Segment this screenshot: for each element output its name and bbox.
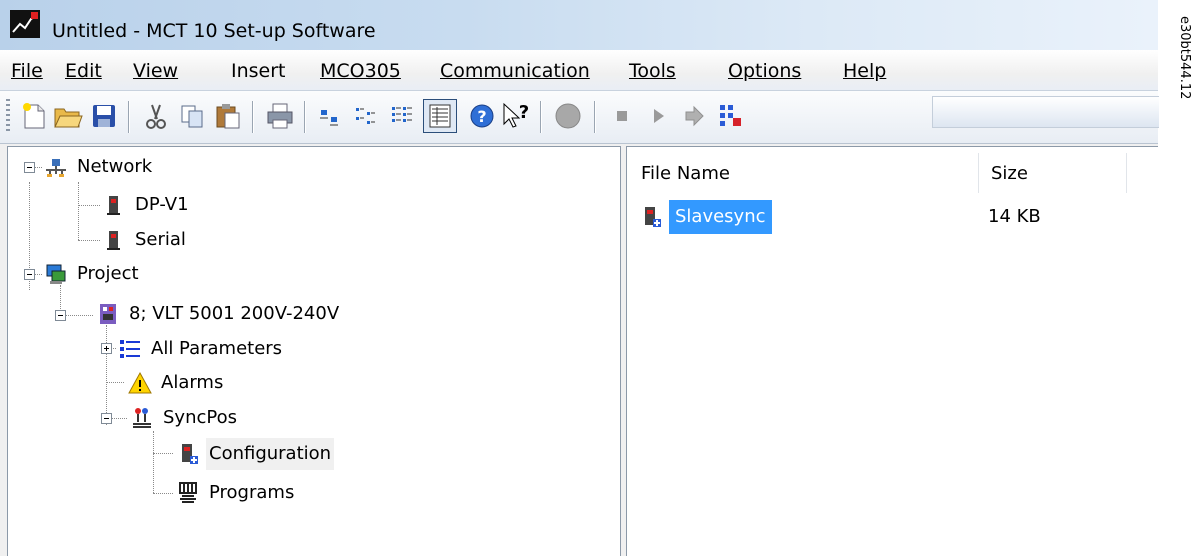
app-window: Untitled - MCT 10 Set-up Software File E… — [0, 0, 1159, 556]
new-icon[interactable] — [18, 100, 50, 132]
project-icon — [44, 262, 68, 286]
warning-icon — [128, 371, 152, 395]
file-list[interactable]: File Name Size Slavesync 14 KB — [626, 146, 1158, 556]
menu-bar: File Edit View Insert MCO305 Communicati… — [0, 50, 1158, 91]
menu-view[interactable]: View — [133, 60, 178, 82]
title-bar[interactable]: Untitled - MCT 10 Set-up Software — [0, 0, 1158, 50]
toolbar-separator — [540, 101, 541, 133]
column-header-size[interactable]: Size — [991, 153, 1028, 195]
mct10-app-icon[interactable] — [10, 10, 40, 38]
toolbar-separator — [304, 101, 305, 133]
tree-connector — [78, 205, 100, 206]
menu-options-label: Options — [728, 60, 802, 82]
network-scan-icon[interactable] — [714, 100, 746, 132]
list-view-icon[interactable] — [386, 100, 418, 132]
file-row[interactable]: Slavesync 14 KB — [633, 200, 1153, 234]
paste-icon[interactable] — [212, 100, 244, 132]
copy-icon[interactable] — [176, 100, 208, 132]
step-icon[interactable] — [678, 100, 710, 132]
menu-view-label: View — [133, 60, 179, 82]
column-divider[interactable] — [978, 153, 979, 193]
details-view-icon[interactable] — [423, 99, 457, 133]
drive-icon — [102, 193, 126, 217]
tree-connector — [153, 431, 154, 493]
menu-edit[interactable]: Edit — [65, 60, 102, 82]
tree-node-label: Configuration — [206, 438, 335, 470]
syncpos-icon — [130, 406, 154, 430]
list-icon — [118, 337, 142, 361]
menu-mco305[interactable]: MCO305 — [320, 60, 401, 82]
column-header-file-name[interactable]: File Name — [641, 153, 730, 195]
column-divider[interactable] — [1126, 153, 1127, 193]
menu-file-label: File — [11, 60, 43, 82]
menu-file[interactable]: File — [11, 60, 43, 82]
stop-icon[interactable] — [606, 100, 638, 132]
drive-icon — [102, 228, 126, 252]
svg-text:?: ? — [477, 107, 486, 126]
tree-connector — [111, 418, 127, 419]
tree-connector — [78, 240, 100, 241]
menu-options[interactable]: Options — [728, 60, 801, 82]
menu-tools-label: Tools — [629, 60, 676, 82]
project-tree[interactable]: Network DP-V1 Serial Project 8; VLT 5001… — [7, 146, 621, 556]
cut-icon[interactable] — [140, 100, 172, 132]
tree-connector — [65, 315, 93, 316]
tree-node-label: Network — [77, 156, 153, 177]
tree-node-label: All Parameters — [151, 338, 283, 359]
menu-tools[interactable]: Tools — [629, 60, 676, 82]
configuration-file-icon — [639, 205, 663, 229]
collapse-syncpos-toggle[interactable] — [101, 413, 112, 424]
menu-mco305-label: MCO305 — [320, 60, 401, 82]
file-name[interactable]: Slavesync — [669, 200, 772, 234]
toolbar-extension — [932, 96, 1159, 128]
save-icon[interactable] — [88, 100, 120, 132]
tree-connector — [153, 493, 173, 494]
tree-node-label: Alarms — [161, 372, 224, 393]
menu-help[interactable]: Help — [843, 60, 886, 82]
collapse-project-toggle[interactable] — [24, 269, 35, 280]
toolbar-grip[interactable] — [6, 99, 10, 133]
tree-connector — [34, 167, 42, 168]
menu-help-label: Help — [843, 60, 887, 82]
figure-id: e30bt544.12 — [1177, 16, 1192, 100]
tree-connector — [106, 382, 124, 383]
tree-connector — [34, 274, 42, 275]
programs-icon — [176, 481, 200, 505]
menu-communication[interactable]: Communication — [440, 60, 590, 82]
context-help-icon[interactable]: ? — [500, 100, 532, 132]
large-icons-view-icon[interactable] — [314, 100, 346, 132]
tree-connector — [106, 325, 107, 425]
tree-node-label: DP-V1 — [135, 194, 189, 215]
configuration-icon — [176, 442, 200, 466]
collapse-drive-toggle[interactable] — [55, 310, 66, 321]
help-icon[interactable]: ? — [466, 100, 498, 132]
print-icon[interactable] — [264, 100, 296, 132]
toolbar-separator — [252, 101, 253, 133]
collapse-network-toggle[interactable] — [24, 162, 35, 173]
tree-node-label: SyncPos — [163, 407, 237, 428]
toolbar-separator — [128, 101, 129, 133]
open-icon[interactable] — [52, 100, 84, 132]
tree-connector — [153, 453, 173, 454]
menu-communication-label: Communication — [440, 60, 590, 82]
menu-edit-label: Edit — [65, 60, 102, 82]
tree-connector — [78, 182, 79, 240]
tree-node-label: Programs — [209, 482, 295, 503]
menu-insert[interactable]: Insert — [231, 60, 286, 82]
tree-node-label: 8; VLT 5001 200V-240V — [129, 303, 340, 324]
tree-node-label: Serial — [135, 229, 186, 250]
window-title: Untitled - MCT 10 Set-up Software — [52, 20, 376, 42]
tree-node-label: Project — [77, 263, 139, 284]
svg-text:?: ? — [519, 102, 529, 123]
file-size: 14 KB — [988, 206, 1041, 227]
drive-module-icon — [96, 302, 120, 326]
expand-all-parameters-toggle[interactable] — [101, 343, 112, 354]
connect-icon[interactable] — [552, 100, 584, 132]
menu-insert-label: Insert — [231, 60, 286, 82]
toolbar-separator — [594, 101, 595, 133]
play-icon[interactable] — [642, 100, 674, 132]
network-icon — [44, 155, 68, 179]
small-icons-view-icon[interactable] — [350, 100, 382, 132]
